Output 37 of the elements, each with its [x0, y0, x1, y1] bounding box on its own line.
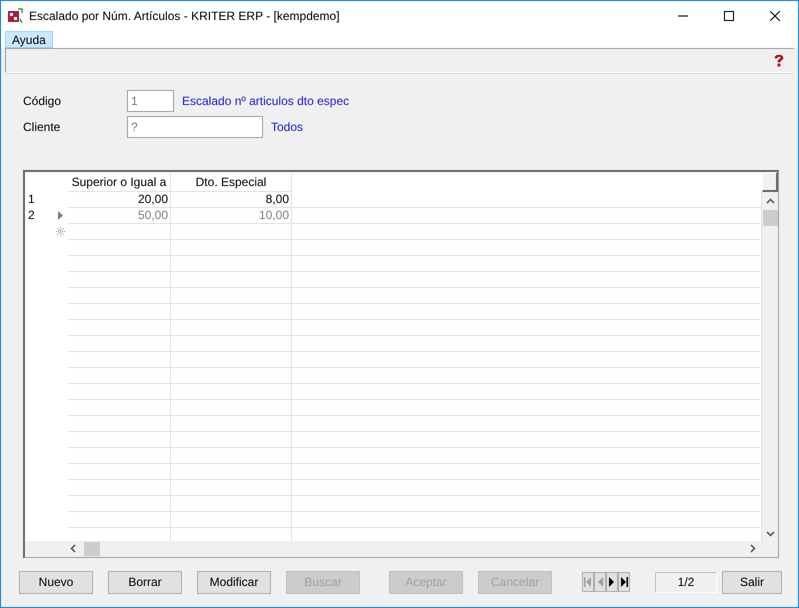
window-title: Escalado por Núm. Artículos - KRITER ERP - [kempdemo]: [29, 9, 341, 23]
input-field[interactable]: ?: [127, 116, 263, 138]
scroll-up-icon[interactable]: [766, 198, 774, 204]
scroll-thumb[interactable]: [762, 210, 778, 226]
table-cell: 50,00: [68, 208, 171, 224]
last-record-button[interactable]: [618, 572, 630, 592]
last-icon: [619, 576, 629, 588]
maximize-icon[interactable]: [724, 11, 734, 21]
table-cell: 10,00: [171, 208, 292, 224]
column-header[interactable]: Dto. Especial: [171, 172, 292, 192]
scroll-left-icon[interactable]: [70, 544, 76, 554]
table-cell: 8,00: [171, 192, 292, 208]
row-number: 1: [27, 192, 36, 208]
new-row-icon: [56, 227, 65, 236]
action-button[interactable]: Nuevo: [19, 570, 93, 594]
next-record-button[interactable]: [606, 572, 618, 592]
description-link[interactable]: Escalado nº articulos dto espec: [182, 94, 350, 108]
description-link[interactable]: Todos: [271, 120, 304, 134]
exit-button[interactable]: Salir: [722, 570, 782, 594]
column-header[interactable]: Superior o Igual a: [68, 172, 171, 192]
field-label: Cliente: [23, 120, 62, 134]
row-number: 2: [27, 208, 36, 224]
next-icon: [607, 576, 617, 588]
action-button[interactable]: Borrar: [108, 570, 182, 594]
close-icon[interactable]: [770, 11, 780, 21]
field-label: Código: [23, 94, 62, 108]
scroll-right-icon[interactable]: [750, 544, 756, 554]
table-cell: 20,00: [68, 192, 171, 208]
help-icon[interactable]: [772, 54, 786, 67]
app-icon: [7, 8, 23, 24]
action-button[interactable]: Modificar: [197, 570, 271, 594]
record-position: 1/2: [655, 572, 717, 593]
first-icon: [583, 576, 593, 588]
input-field[interactable]: 1: [127, 90, 174, 112]
menu-item[interactable]: Ayuda: [5, 31, 53, 48]
scroll-down-icon[interactable]: [766, 530, 774, 537]
scroll-thumb[interactable]: [84, 542, 100, 556]
